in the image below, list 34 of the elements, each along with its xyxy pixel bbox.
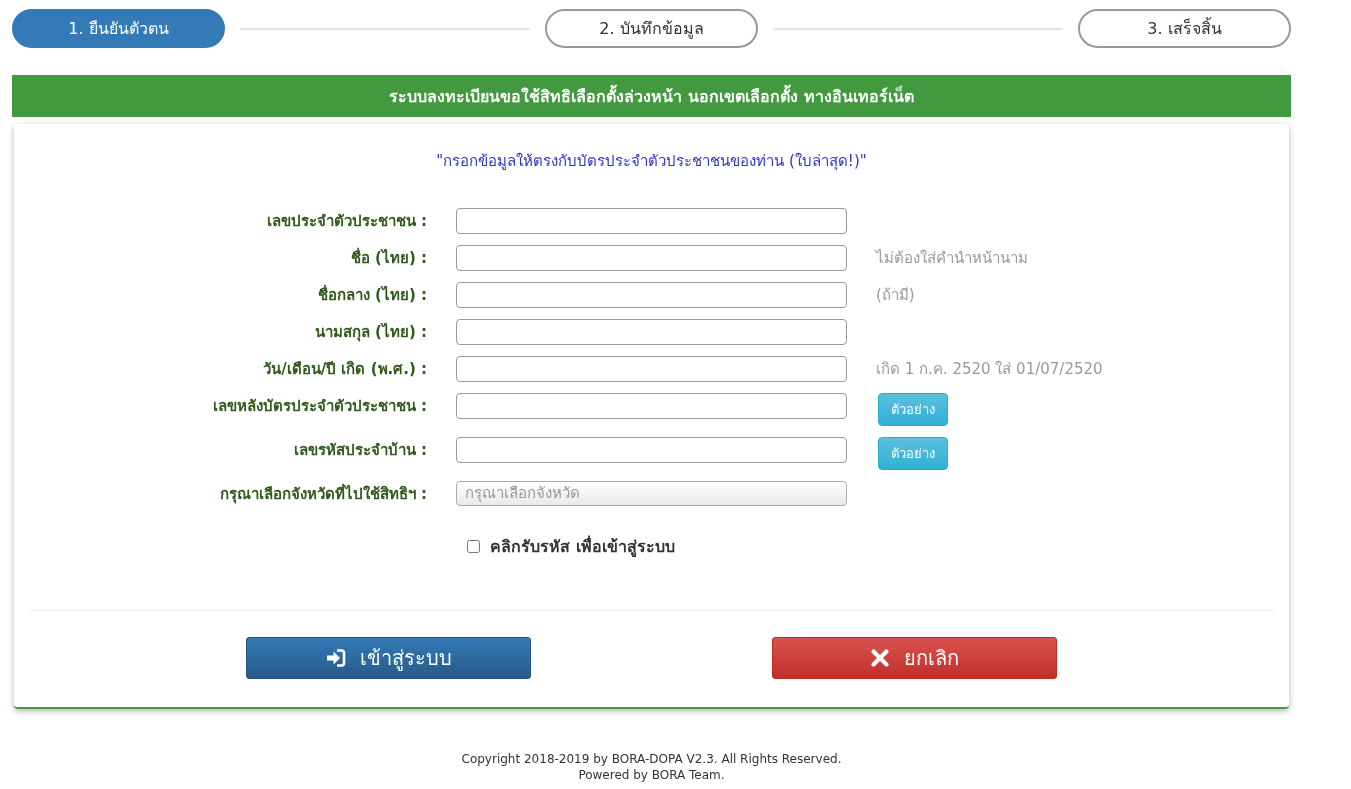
example-button[interactable]: ตัวอย่าง <box>878 437 948 470</box>
field-label: ชื่อ (ไทย) : <box>349 246 427 269</box>
consent-checkbox[interactable] <box>467 539 480 553</box>
wizard-step: 1. ยืนยันตัวตน <box>12 9 225 48</box>
close-icon <box>870 648 890 668</box>
example-button[interactable]: ตัวอย่าง <box>878 393 948 426</box>
province-select[interactable]: กรุณาเลือกจังหวัด <box>456 481 847 506</box>
wizard-step: 2. บันทึกข้อมูล <box>545 9 758 48</box>
input-field[interactable] <box>456 393 847 419</box>
footer-text: Powered by BORA Team. <box>577 767 726 783</box>
hint-text: ไม่ต้องใส่คำนำหน้านาม <box>876 248 1028 269</box>
field-label: วัน/เดือน/ปี เกิด (พ.ศ.) : <box>262 359 427 380</box>
input-field[interactable] <box>456 245 847 271</box>
consent-label: คลิกรับรหัส เพื่อเข้าสู่ระบบ <box>490 534 675 559</box>
field-label: ชื่อกลาง (ไทย) : <box>316 283 427 306</box>
footer-text: Copyright 2018-2019 by BORA-DOPA V2.3. All Rights Reserved. <box>460 751 843 767</box>
input-field[interactable] <box>456 282 847 308</box>
field-label: เลขประจำตัวประชาชน : <box>265 211 427 232</box>
input-field[interactable] <box>456 356 847 382</box>
field-label: เลขหลังบัตรประจำตัวประชาชน : <box>211 396 427 417</box>
cancel-button[interactable]: ยกเลิก <box>772 637 1057 679</box>
wizard-step: 3. เสร็จสิ้น <box>1078 9 1291 48</box>
input-field[interactable] <box>456 319 847 345</box>
notice-text: "กรอกข้อมูลให้ตรงกับบัตรประจำตัวประชาชนของท่าน (ใบล่าสุด!)" <box>435 151 868 173</box>
sign-in-icon <box>325 648 346 668</box>
input-field[interactable] <box>456 437 847 463</box>
input-field[interactable] <box>456 208 847 234</box>
login-button[interactable]: เข้าสู่ระบบ <box>246 637 531 679</box>
hint-text: (ถ้ามี) <box>876 285 915 306</box>
field-label: นามสกุล (ไทย) : <box>313 321 427 344</box>
hint-text: เกิด 1 ก.ค. 2520 ใส่ 01/07/2520 <box>876 359 1103 380</box>
page-banner: ระบบลงทะเบียนขอใช้สิทธิเลือกตั้งล่วงหน้า นอกเขตเลือกตั้ง ทางอินเทอร์เน็ต <box>12 75 1291 117</box>
field-label: เลขรหัสประจำบ้าน : <box>292 440 427 461</box>
field-label: กรุณาเลือกจังหวัดที่ไปใช้สิทธิฯ : <box>218 482 427 506</box>
